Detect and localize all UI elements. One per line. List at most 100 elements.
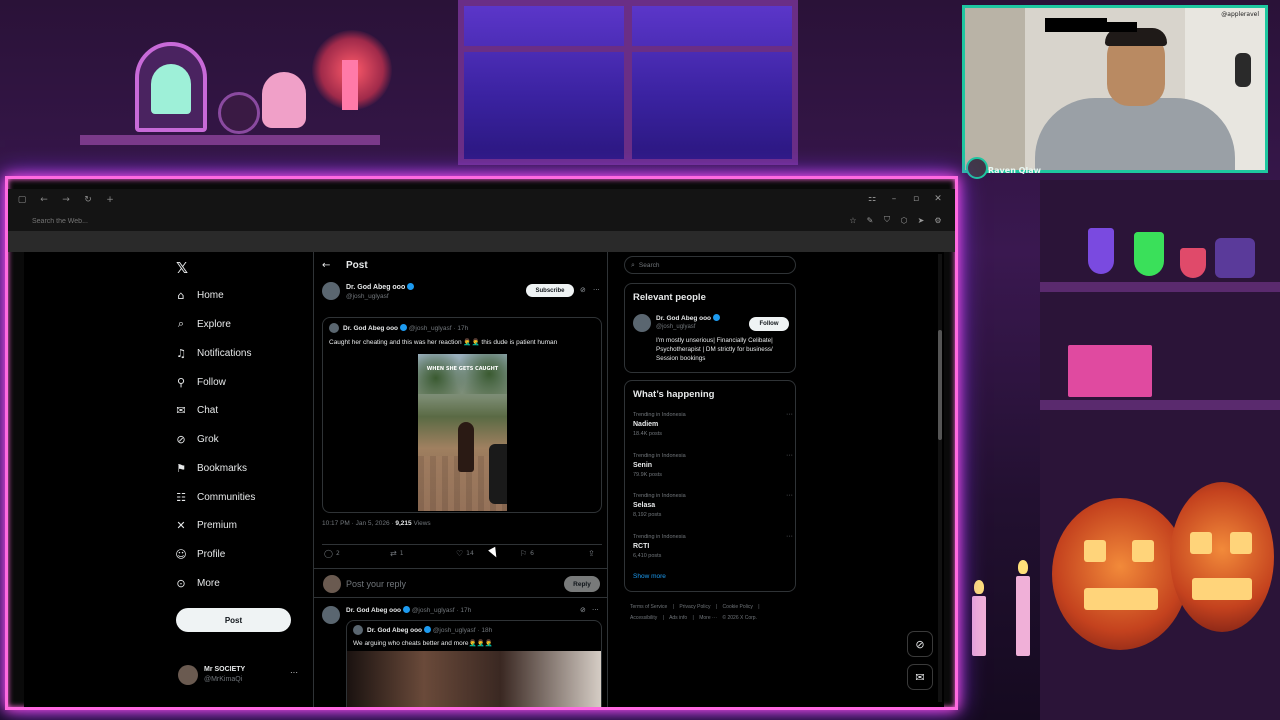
send-icon[interactable]: ➤	[916, 214, 926, 226]
flask-purple	[1088, 228, 1114, 274]
x-logo-icon: ✕	[176, 518, 186, 532]
more-icon[interactable]: ···	[786, 452, 793, 459]
sidebar-item-profile[interactable]: ☺ Profile	[174, 543, 225, 565]
repost-action[interactable]: ⇄ 1	[390, 549, 404, 558]
more-icon[interactable]: ···	[786, 492, 793, 499]
post-timestamp[interactable]: 10:17 PM · Jan 5, 2026 ·	[322, 520, 395, 527]
pen-icon[interactable]: ✎	[865, 214, 875, 226]
author-handle: @josh_uglyasf	[346, 293, 389, 300]
sidebar-item-follow[interactable]: ⚲ Follow	[174, 371, 226, 393]
footer-link[interactable]: Terms of Service	[630, 604, 667, 610]
search-box[interactable]: ⌕	[624, 256, 796, 274]
grok-icon[interactable]: ⊘	[907, 631, 933, 657]
tabs-icon[interactable]: ▢	[14, 192, 30, 208]
show-more-link[interactable]: Show more	[633, 573, 666, 580]
reload-icon[interactable]: ↻	[80, 192, 96, 208]
trend-item[interactable]: Trending in Indonesia Selasa 8,192 posts…	[633, 492, 793, 526]
sidebar-item-label: Grok	[197, 433, 219, 445]
avatar[interactable]	[322, 282, 340, 300]
repost-count: 1	[399, 550, 404, 557]
search-icon: ⌕	[631, 260, 635, 269]
more-icon[interactable]: ···	[786, 411, 793, 418]
minimize-icon[interactable]: –	[887, 192, 901, 206]
follow-button[interactable]: Follow	[749, 317, 789, 331]
address-input[interactable]	[32, 214, 852, 228]
verified-badge-icon	[400, 324, 408, 331]
star-icon[interactable]: ☆	[848, 214, 858, 226]
footer-link[interactable]: Accessibility	[630, 615, 657, 621]
reply-button[interactable]: Reply	[564, 576, 600, 592]
close-icon[interactable]: ✕	[931, 192, 945, 206]
quote-image[interactable]	[347, 651, 601, 707]
quoted-post[interactable]: Dr. God Abeg ooo @josh_uglyasf · 18h We …	[346, 620, 602, 707]
reply-input[interactable]	[346, 577, 546, 591]
bookmarks-strip	[8, 231, 955, 252]
candle-small	[1016, 576, 1030, 656]
share-action[interactable]: ⇪	[588, 549, 595, 558]
sidebar-item-notifications[interactable]: ♫ Notifications	[174, 342, 251, 364]
share-icon: ⇪	[588, 549, 595, 558]
settings-icon[interactable]: ⚙	[933, 214, 943, 226]
quote-author-handle: @josh_uglyasf	[408, 325, 452, 332]
footer-link[interactable]: Ads info	[669, 615, 687, 621]
messages-icon[interactable]: ✉	[907, 664, 933, 690]
trend-item[interactable]: Trending in Indonesia Senin 79.9K posts …	[633, 452, 793, 486]
forward-icon[interactable]: →	[58, 192, 74, 208]
grok-icon[interactable]: ⊘	[580, 286, 586, 294]
extensions-icon[interactable]: ⚏	[865, 192, 879, 206]
people-icon: ☷	[176, 490, 186, 504]
shield-icon[interactable]: ⛉	[882, 214, 892, 226]
x-logo-icon[interactable]: 𝕏	[176, 259, 188, 277]
more-icon[interactable]: ···	[290, 668, 298, 677]
footer-link[interactable]: Cookie Policy	[723, 604, 753, 610]
back-icon[interactable]: ←	[36, 192, 52, 208]
pink-box	[1068, 345, 1152, 397]
verified-badge-icon	[407, 283, 415, 290]
reply-post[interactable]: Dr. God Abeg ooo @josh_uglyasf · 17h ⊘ ·…	[322, 606, 602, 707]
footer-separator: |	[672, 604, 674, 610]
quoted-post[interactable]: Dr. God Abeg ooo @josh_uglyasf · 17h Cau…	[322, 317, 602, 513]
author-name[interactable]: Dr. God Abeg ooo	[346, 284, 405, 291]
account-switcher[interactable]: Mr SOCIETY @MrKimaQi ···	[178, 662, 298, 688]
avatar	[353, 625, 363, 635]
sidebar-item-more[interactable]: ⊙ More	[174, 572, 220, 594]
sidebar-item-explore[interactable]: ⌕ Explore	[174, 313, 231, 335]
sidebar-item-grok[interactable]: ⊘ Grok	[174, 428, 219, 450]
person-bio: I'm mostly unserious| Financially Celiba…	[656, 337, 773, 362]
post-button[interactable]: Post	[176, 608, 291, 632]
video-thumbnail[interactable]: WHEN SHE GETS CAUGHT	[418, 354, 507, 511]
bookmark-action[interactable]: ⚐ 6	[520, 549, 534, 558]
person-name[interactable]: Dr. God Abeg ooo	[656, 315, 711, 322]
avatar[interactable]	[322, 606, 340, 624]
sidebar-item-communities[interactable]: ☷ Communities	[174, 486, 255, 508]
grok-icon[interactable]: ⊘	[580, 606, 586, 614]
quote-author-name: Dr. God Abeg ooo	[367, 627, 423, 634]
card-title: Relevant people	[633, 292, 706, 303]
more-icon[interactable]: ···	[592, 606, 599, 614]
avatar[interactable]	[633, 314, 651, 332]
candle-small	[972, 596, 986, 656]
sidebar-item-premium[interactable]: ✕ Premium	[174, 514, 237, 536]
scrollbar[interactable]	[938, 254, 942, 702]
hexagon-icon[interactable]: ⬡	[899, 214, 909, 226]
like-action[interactable]: ♡ 14	[456, 549, 474, 558]
sidebar-item-label: Premium	[197, 519, 238, 531]
reply-action[interactable]: ◯ 2	[324, 549, 340, 558]
trend-item[interactable]: Trending in Indonesia RCTI 6,410 posts ·…	[633, 533, 793, 567]
back-arrow-icon[interactable]: ←	[322, 260, 336, 271]
heart-icon: ♡	[456, 549, 464, 558]
maximize-icon[interactable]: ▫	[909, 192, 923, 206]
sidebar-item-chat[interactable]: ✉ Chat	[174, 399, 218, 421]
more-icon[interactable]: ···	[593, 286, 600, 294]
search-input[interactable]	[638, 261, 789, 269]
sidebar-item-label: More	[197, 577, 220, 589]
footer-link[interactable]: More ···	[699, 615, 717, 621]
trend-item[interactable]: Trending in Indonesia Nadiem 18.4K posts…	[633, 411, 793, 445]
footer-link[interactable]: Privacy Policy	[679, 604, 710, 610]
repost-icon: ⇄	[390, 549, 397, 558]
subscribe-button[interactable]: Subscribe	[526, 284, 574, 297]
more-icon[interactable]: ···	[786, 533, 793, 540]
new-tab-icon[interactable]: +	[102, 192, 118, 208]
sidebar-item-home[interactable]: ⌂ Home	[174, 284, 224, 306]
sidebar-item-bookmarks[interactable]: ⚑ Bookmarks	[174, 457, 247, 479]
